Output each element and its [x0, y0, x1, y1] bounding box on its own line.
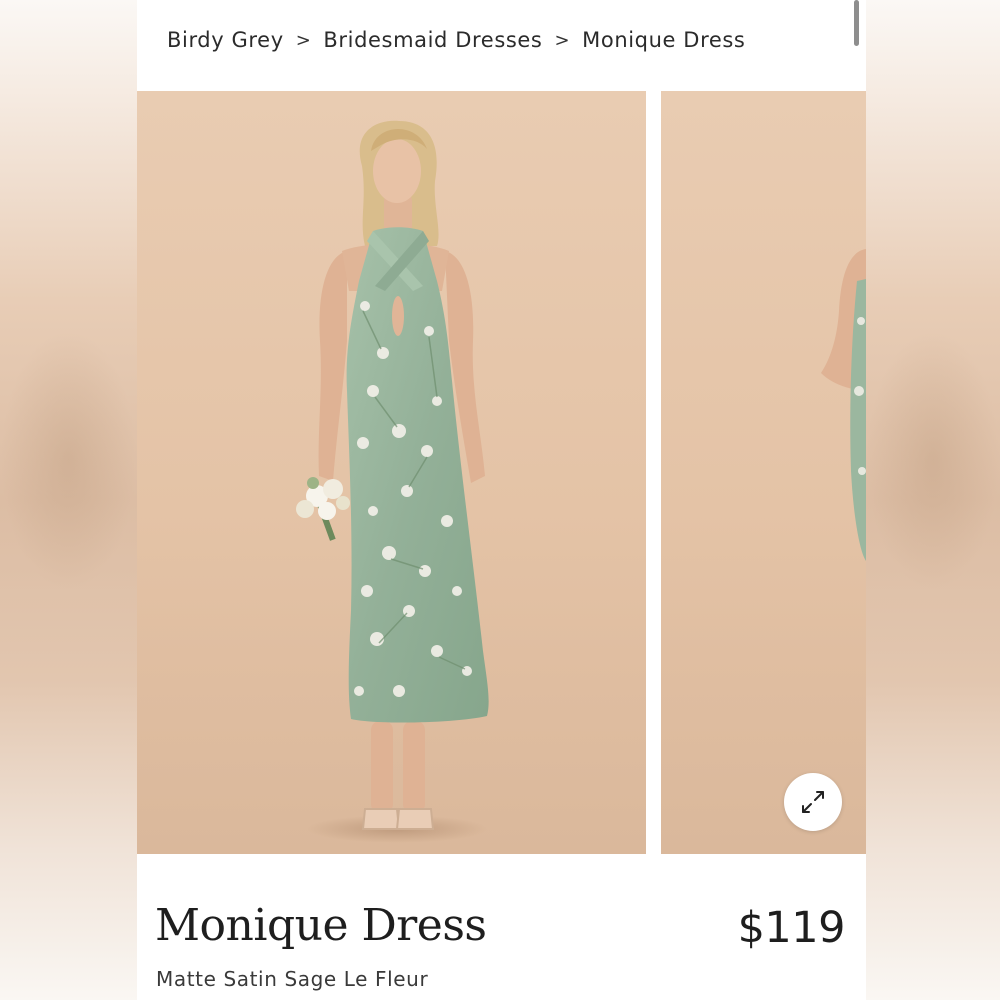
product-price: $119: [737, 903, 846, 953]
breadcrumb-item-current: Monique Dress: [582, 28, 746, 52]
bouquet: [296, 477, 350, 541]
product-variant: Matte Satin Sage Le Fleur: [156, 967, 429, 991]
product-image-secondary[interactable]: [661, 91, 866, 854]
breadcrumb-separator: >: [295, 29, 312, 51]
model-side-illustration: [821, 249, 866, 561]
blurred-backdrop-right: [866, 0, 1000, 1000]
breadcrumb-item-bridesmaid-dresses[interactable]: Bridesmaid Dresses: [323, 28, 542, 52]
model-front-illustration: [296, 120, 489, 843]
product-page: Birdy Grey > Bridesmaid Dresses > Moniqu…: [137, 0, 866, 1000]
breadcrumb-item-birdy-grey[interactable]: Birdy Grey: [167, 28, 284, 52]
breadcrumb: Birdy Grey > Bridesmaid Dresses > Moniqu…: [167, 28, 745, 52]
breadcrumb-separator: >: [554, 29, 571, 51]
expand-arrows-icon: [802, 791, 824, 813]
product-title: Monique Dress: [155, 900, 487, 951]
expand-image-button[interactable]: [784, 773, 842, 831]
page-scrollbar[interactable]: [854, 0, 859, 46]
product-image-main[interactable]: [137, 91, 646, 854]
product-image-gallery[interactable]: [137, 91, 866, 854]
blurred-backdrop-left: [0, 0, 137, 1000]
